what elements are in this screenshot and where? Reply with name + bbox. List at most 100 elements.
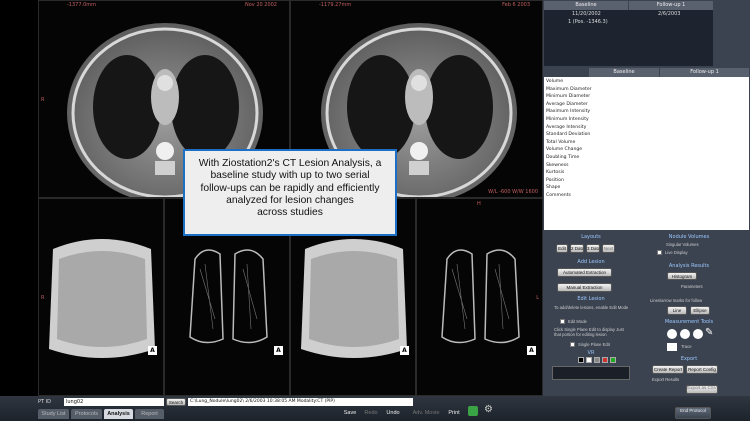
callout-line: With Ziostation2's CT Lesion Analysis, a [198, 158, 382, 169]
gear-icon[interactable]: ⚙ [484, 404, 496, 416]
layout-3data-button[interactable]: 3 Data [586, 244, 600, 253]
metric-row: Minimum Diameter [546, 94, 591, 100]
callout-line: analyzed for lesion changes [226, 194, 354, 206]
study-path: C:\Lung_Nodule\lung02\ 2/6/2003 10:38:05… [188, 398, 413, 406]
automated-extraction-button[interactable]: Automated Extraction [557, 268, 612, 277]
callout-line: follow-ups can be rapidly and efficientl… [200, 182, 380, 194]
metric-row: Minimum Intensity [546, 116, 589, 122]
metric-row: Maximum Intensity [546, 109, 591, 115]
metric-row: Average Diameter [546, 101, 588, 107]
anterior-marker: A [148, 346, 157, 355]
followup-date: 2/6/2003 [658, 11, 681, 17]
vr-presets[interactable] [552, 366, 630, 380]
metric-row: Shape [546, 185, 561, 191]
create-report-button[interactable]: Create Report [652, 365, 684, 374]
ellipse-button[interactable]: Ellipse [690, 306, 710, 315]
single-plane-edit-checkbox[interactable] [570, 342, 575, 347]
metric-row: Kurtosis [546, 170, 565, 176]
singular-volumes-label: Singular Volumes [666, 242, 699, 247]
pt-id-label: PT ID [38, 399, 51, 405]
export-csv-button[interactable]: Export as CSV [686, 385, 718, 394]
adv-movie-button[interactable]: Adv. Movie [410, 410, 442, 416]
parameters-label: Parameters [681, 284, 703, 289]
print-button[interactable]: Print [444, 410, 464, 416]
export-results-label: Export Results [652, 377, 680, 382]
edit-mode-checkbox[interactable] [560, 319, 565, 324]
search-button[interactable]: Search [166, 398, 186, 406]
swatch-gray[interactable] [594, 357, 600, 363]
vr-lungs-image [441, 249, 520, 344]
metric-row: Standard Deviation [546, 132, 591, 138]
measurement-tools-title: Measurement Tools [664, 319, 714, 325]
lines-note: Lines/arrow marks for follow [650, 298, 703, 303]
metric-row: Comments [546, 192, 571, 198]
tab-analysis[interactable]: Analysis [104, 409, 133, 419]
pt-id-input[interactable]: lung02 [64, 398, 164, 406]
feature-callout: With Ziostation2's CT Lesion Analysis, a… [183, 149, 397, 236]
anterior-marker: A [274, 346, 283, 355]
swatch-white[interactable] [586, 357, 592, 363]
viewport-vr-body-baseline[interactable]: R A [38, 198, 164, 396]
histogram-button[interactable]: Histogram [667, 272, 697, 280]
manual-extraction-button[interactable]: Manual Extraction [557, 283, 612, 292]
series-col-followup[interactable]: Follow-up 1 [629, 1, 713, 10]
print-icon[interactable] [468, 406, 478, 416]
measure-distance-icon[interactable] [667, 329, 677, 339]
anterior-marker: A [527, 346, 536, 355]
single-plane-edit-label: Single Plane Edit [578, 342, 610, 347]
viewport-vr-lungs-followup[interactable]: H L A [416, 198, 543, 396]
trace-icon[interactable] [667, 343, 677, 351]
baseline-date: 11/20/2002 [572, 11, 601, 17]
analysis-results-title: Analysis Results [668, 263, 710, 269]
metric-row: Doubling Time [546, 154, 580, 160]
layout-2data-button[interactable]: 2 Data [570, 244, 584, 253]
vr-color-swatches [554, 357, 630, 365]
tab-report[interactable]: Report [135, 409, 164, 419]
edit-lesion-title: Edit Lesion [577, 296, 605, 302]
vr-title: VR [587, 350, 595, 356]
metric-row: Skewness [546, 162, 569, 168]
swatch-black[interactable] [578, 357, 584, 363]
export-title: Export [680, 356, 698, 362]
callout-line: across studies [257, 207, 323, 219]
metric-row: Maximum Diameter [546, 86, 592, 92]
metric-row: Volume Change [546, 147, 583, 153]
metrics-table: Volume Maximum Diameter Minimum Diameter… [544, 77, 749, 230]
layout-edit-button[interactable]: Edit [556, 244, 568, 253]
report-config-button[interactable]: Report Config [686, 365, 718, 374]
swatch-red[interactable] [602, 357, 608, 363]
vr-torso-image [49, 239, 155, 358]
layouts-title: Layouts [581, 234, 601, 240]
measure-angle-icon[interactable] [680, 329, 690, 339]
measure-area-icon[interactable] [693, 329, 703, 339]
nodule-volumes-title: Nodule Volumes [668, 234, 710, 240]
metrics-col-followup: Follow-up 1 [660, 68, 749, 77]
tab-study-list[interactable]: Study List [38, 409, 69, 419]
series-col-baseline[interactable]: Baseline [544, 1, 628, 10]
end-protocol-button[interactable]: End Protocol [675, 407, 711, 419]
metric-row: Total Volume [546, 139, 576, 145]
pen-icon[interactable]: ✎ [705, 327, 715, 339]
layout-next-button[interactable]: Next [602, 244, 615, 253]
bottom-toolbar: PT ID lung02 Search C:\Lung_Nodule\lung0… [0, 396, 750, 421]
anterior-marker: A [400, 346, 409, 355]
live-display-checkbox[interactable] [657, 250, 662, 255]
trace-label: Trace [681, 344, 692, 349]
swatch-green[interactable] [610, 357, 616, 363]
save-button[interactable]: Save [340, 410, 360, 416]
line-button[interactable]: Line [667, 306, 687, 315]
edit-mode-label: Edit Mode [568, 319, 587, 324]
redo-button[interactable]: Redo [362, 410, 380, 416]
metric-row: Average Intensity [546, 124, 587, 130]
metric-row: Position [546, 177, 564, 183]
lesion-row[interactable]: 1 (Pos. -1346.3) [568, 19, 608, 25]
undo-button[interactable]: Undo [383, 410, 403, 416]
metric-row: Volume [546, 79, 564, 84]
callout-line: baseline study with up to two serial [210, 170, 370, 182]
series-table-body: 11/20/2002 2/6/2003 1 (Pos. -1346.3) [544, 10, 713, 66]
metrics-col-baseline: Baseline [589, 68, 659, 77]
analysis-side-panel: Baseline Follow-up 1 11/20/2002 2/6/2003… [543, 0, 750, 408]
edit-note-2: Click Single Plane Edit to display Just … [554, 327, 624, 337]
add-lesion-title: Add Lesion [577, 259, 605, 265]
tab-protocols[interactable]: Protocols [71, 409, 102, 419]
